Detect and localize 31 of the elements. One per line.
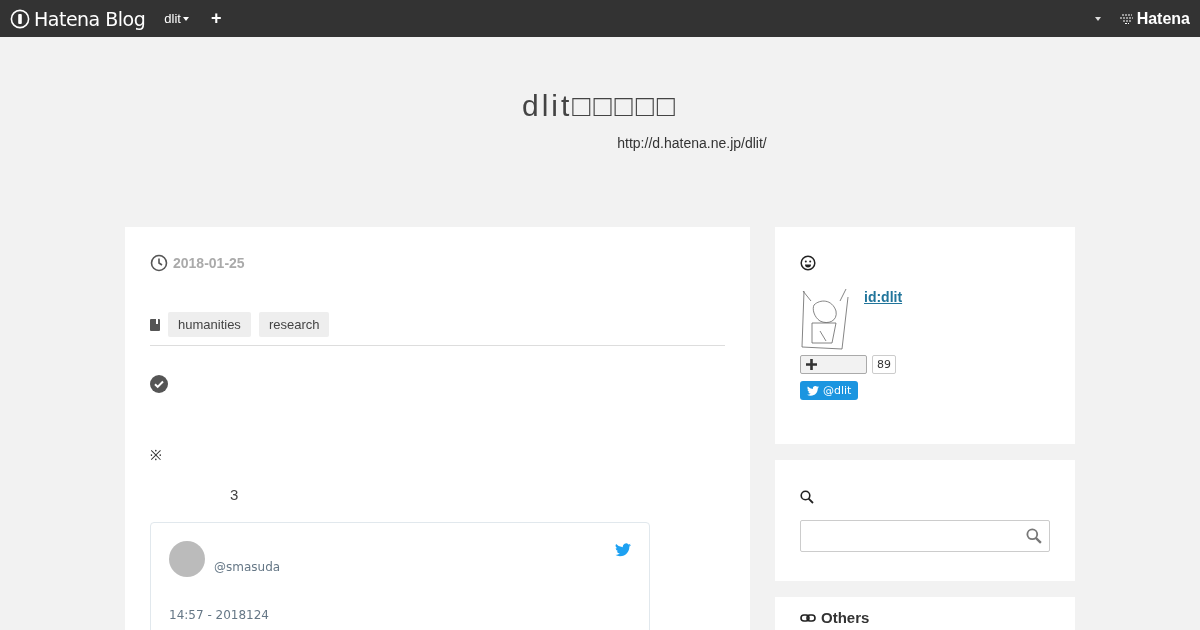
blog-title[interactable]: dlit□□□□□ — [522, 89, 678, 123]
add-button[interactable]: + — [210, 8, 222, 29]
hatena-logo-icon — [1118, 13, 1135, 24]
book-icon — [150, 318, 160, 331]
smiley-icon — [800, 255, 816, 271]
bird-icon — [807, 385, 819, 396]
subscriber-count[interactable]: 89 — [872, 355, 896, 374]
body-text: 3 — [230, 486, 240, 503]
tweet-time[interactable]: 14:57 - 2018124 — [169, 608, 631, 622]
search-icon — [800, 490, 814, 504]
link-icon — [800, 613, 816, 622]
search-icon[interactable] — [1026, 528, 1042, 544]
hatena-link[interactable]: Hatena — [1118, 9, 1190, 28]
user-menu-caret-icon[interactable] — [1094, 16, 1101, 21]
blog-description: http://d.hatena.ne.jp/dlit/ — [617, 135, 767, 151]
others-heading: Others — [821, 609, 870, 626]
clock-icon — [150, 254, 168, 272]
search-field[interactable] — [800, 520, 1050, 552]
profile-id-link[interactable]: id:dlit — [864, 289, 903, 351]
check-circle-icon — [150, 375, 168, 393]
bird-icon[interactable] — [615, 543, 631, 557]
blog-menu[interactable]: dlit — [164, 11, 189, 26]
tweet-handle[interactable]: @smasuda — [214, 560, 281, 574]
category-tag[interactable]: research — [258, 312, 330, 337]
subscribe-button[interactable] — [800, 355, 867, 374]
note-mark: ※ — [150, 446, 163, 464]
blog-logo-link[interactable]: Hatena Blog — [10, 7, 146, 30]
sketch-avatar-drawing[interactable] — [800, 287, 850, 351]
category-tag[interactable]: humanities — [168, 312, 251, 337]
plus-icon — [806, 359, 817, 370]
avatar-circle[interactable] — [169, 541, 205, 577]
